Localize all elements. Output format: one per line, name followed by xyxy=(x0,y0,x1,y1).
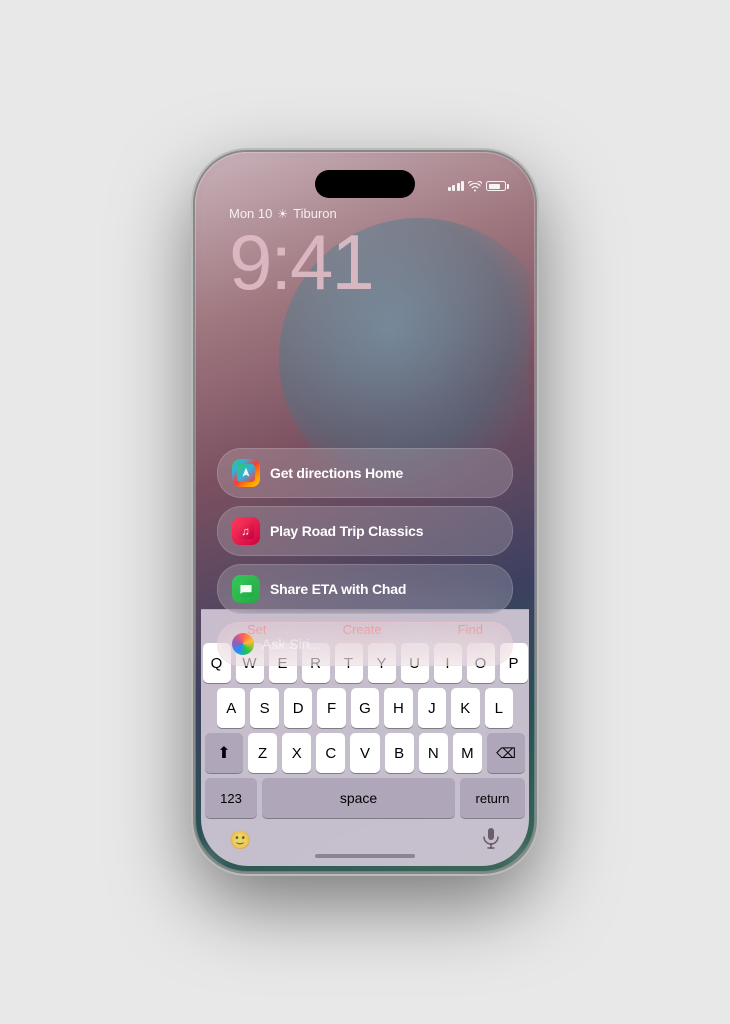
key-g[interactable]: G xyxy=(351,688,379,728)
music-icon: ♫ xyxy=(232,517,260,545)
wifi-icon xyxy=(468,181,482,192)
siri-placeholder: Ask Siri... xyxy=(262,636,498,652)
signal-bar-4 xyxy=(461,181,464,191)
key-numbers[interactable]: 123 xyxy=(205,778,257,818)
suggestion-messages[interactable]: Share ETA with Chad xyxy=(217,564,513,614)
key-d[interactable]: D xyxy=(284,688,312,728)
suggestion-directions[interactable]: Get directions Home xyxy=(217,448,513,498)
phone-screen: Mon 10 ☀ Tiburon 9:41 xyxy=(201,158,529,866)
key-delete[interactable]: ⌫ xyxy=(487,733,525,773)
siri-suggestions-area: Get directions Home ♫ xyxy=(217,448,513,672)
key-m[interactable]: M xyxy=(453,733,482,773)
maps-icon-svg xyxy=(237,464,255,482)
key-n[interactable]: N xyxy=(419,733,448,773)
mic-svg xyxy=(481,827,501,849)
maps-icon xyxy=(232,459,260,487)
key-x[interactable]: X xyxy=(282,733,311,773)
microphone-icon[interactable] xyxy=(481,827,501,854)
key-z[interactable]: Z xyxy=(248,733,277,773)
keyboard-row-3: ⬆ Z X C V B N M ⌫ xyxy=(205,733,525,773)
signal-bar-3 xyxy=(457,183,460,191)
battery-tip xyxy=(507,184,509,189)
keyboard-row-4: 123 space return xyxy=(205,778,525,818)
suggestion-text-directions: Get directions Home xyxy=(270,465,403,481)
suggestion-music[interactable]: ♫ Play Road Trip Classics xyxy=(217,506,513,556)
battery-body xyxy=(486,181,506,191)
signal-bar-1 xyxy=(448,187,451,191)
key-s[interactable]: S xyxy=(250,688,278,728)
home-indicator xyxy=(315,854,415,858)
key-a[interactable]: A xyxy=(217,688,245,728)
battery-icon xyxy=(486,181,509,191)
key-l[interactable]: L xyxy=(485,688,513,728)
key-b[interactable]: B xyxy=(385,733,414,773)
clock-section: Mon 10 ☀ Tiburon 9:41 xyxy=(201,206,529,301)
messages-icon-svg xyxy=(238,581,254,597)
suggestion-text-music: Play Road Trip Classics xyxy=(270,523,423,539)
emoji-icon[interactable]: 🙂 xyxy=(229,830,251,851)
signal-icon xyxy=(448,181,465,191)
phone-frame: Mon 10 ☀ Tiburon 9:41 xyxy=(195,152,535,872)
siri-input-bar[interactable]: Ask Siri... xyxy=(217,622,513,666)
messages-icon xyxy=(232,575,260,603)
key-return[interactable]: return xyxy=(460,778,525,818)
time-display: 9:41 xyxy=(229,223,529,301)
music-icon-svg: ♫ xyxy=(238,523,254,539)
signal-bar-2 xyxy=(452,185,455,191)
siri-orb-icon xyxy=(232,633,254,655)
key-v[interactable]: V xyxy=(350,733,379,773)
svg-text:♫: ♫ xyxy=(241,526,249,538)
key-c[interactable]: C xyxy=(316,733,345,773)
key-k[interactable]: K xyxy=(451,688,479,728)
keyboard-bottom-row: 🙂 xyxy=(205,823,525,854)
key-h[interactable]: H xyxy=(384,688,412,728)
status-right xyxy=(448,181,510,192)
key-shift[interactable]: ⬆ xyxy=(205,733,243,773)
key-space[interactable]: space xyxy=(262,778,455,818)
keyboard-row-2: A S D F G H J K L xyxy=(205,688,525,728)
key-f[interactable]: F xyxy=(317,688,345,728)
dynamic-island xyxy=(315,170,415,198)
key-j[interactable]: J xyxy=(418,688,446,728)
battery-fill xyxy=(489,184,500,189)
suggestion-text-messages: Share ETA with Chad xyxy=(270,581,406,597)
